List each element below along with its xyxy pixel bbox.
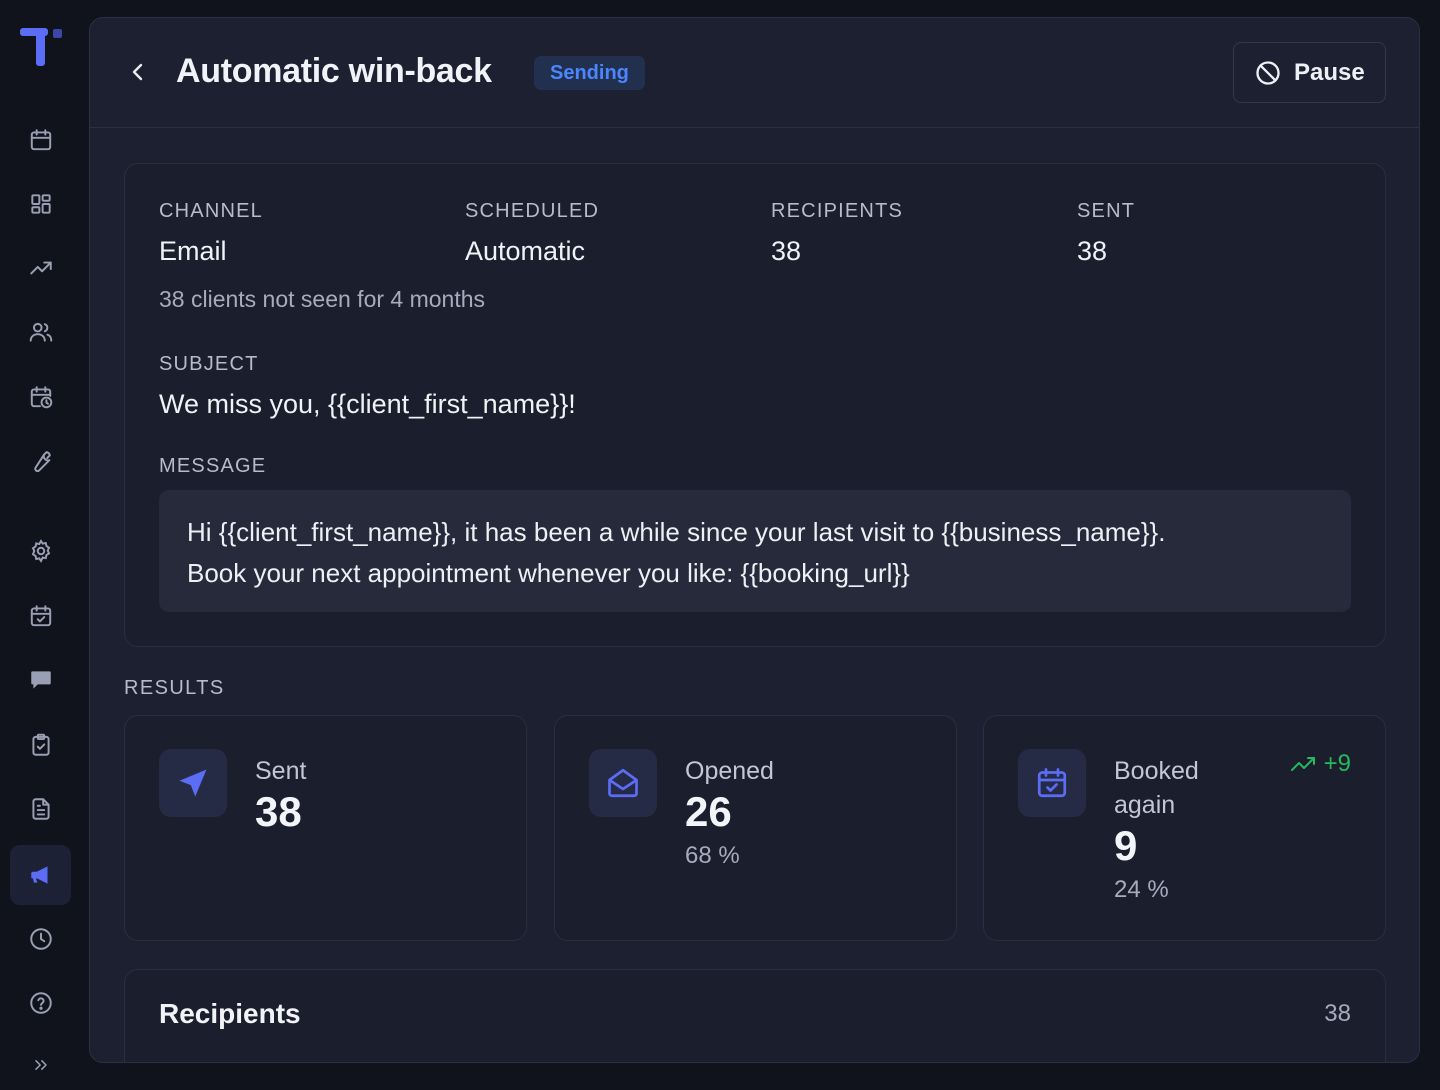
trending-up-icon bbox=[1290, 757, 1315, 771]
ban-icon bbox=[1256, 60, 1280, 85]
page-title: Automatic win-back bbox=[176, 52, 492, 90]
nav-history[interactable] bbox=[10, 909, 71, 969]
brand-logo-icon[interactable] bbox=[20, 28, 64, 68]
stat-card-opened: Opened 26 68 % bbox=[554, 715, 957, 941]
trend-value: +9 bbox=[1323, 750, 1351, 777]
sidebar bbox=[0, 0, 80, 1080]
chat-icon bbox=[30, 671, 51, 689]
stat-name-booked-line2: again bbox=[1114, 791, 1176, 819]
recipients-title: Recipients bbox=[159, 998, 301, 1029]
recipients-label: RECIPIENTS bbox=[771, 200, 904, 222]
nav-tasks[interactable] bbox=[10, 715, 71, 775]
dashboard-icon bbox=[30, 194, 51, 214]
subject-value: We miss you, {{client_first_name}}! bbox=[159, 389, 576, 419]
expand-icon bbox=[34, 1060, 47, 1070]
nav-appointments[interactable] bbox=[10, 586, 71, 646]
pause-button[interactable]: Pause bbox=[1233, 42, 1386, 103]
send-icon bbox=[179, 769, 207, 797]
stat-value-booked: 9 bbox=[1114, 822, 1138, 869]
sent-value: 38 bbox=[1077, 236, 1108, 266]
stat-name-sent: Sent bbox=[255, 757, 307, 785]
trending-icon bbox=[29, 261, 52, 275]
help-icon bbox=[29, 992, 52, 1014]
stat-card-sent: Sent 38 bbox=[124, 715, 527, 941]
calendar-check-icon bbox=[30, 605, 51, 627]
stat-percent-opened: 68 % bbox=[685, 842, 740, 869]
message-label: MESSAGE bbox=[159, 455, 267, 477]
recipients-value: 38 bbox=[771, 236, 802, 266]
stat-card-booked: Booked again +9 9 24 % bbox=[983, 715, 1386, 941]
users-icon bbox=[29, 322, 52, 342]
calendar-icon bbox=[30, 129, 51, 151]
open-envelope-icon bbox=[608, 768, 638, 798]
nav-calendar[interactable] bbox=[10, 110, 71, 170]
nav-documents[interactable] bbox=[10, 779, 71, 839]
scheduled-value: Automatic bbox=[465, 236, 586, 266]
message-line-1: Hi {{client_first_name}}, it has been a … bbox=[187, 517, 1166, 547]
stat-name-booked-line1: Booked bbox=[1114, 757, 1199, 785]
stat-name-booked: Booked again bbox=[1114, 754, 1199, 822]
megaphone-icon bbox=[30, 866, 47, 884]
subject-label: SUBJECT bbox=[159, 353, 259, 375]
campaign-details-card: CHANNEL Email SCHEDULED Automatic RECIPI… bbox=[124, 163, 1386, 647]
status-badge: Sending bbox=[534, 56, 645, 90]
stat-icon-booked bbox=[1018, 749, 1086, 817]
stat-icon-sent bbox=[159, 749, 227, 817]
nav-settings[interactable] bbox=[10, 521, 71, 581]
nav-services[interactable] bbox=[10, 431, 71, 491]
results-heading: RESULTS bbox=[124, 677, 225, 699]
campaign-panel: Automatic win-back Sending Pause CHANNEL… bbox=[89, 17, 1420, 1063]
stat-name-opened: Opened bbox=[685, 757, 774, 785]
stat-icon-opened bbox=[589, 749, 657, 817]
wrench-icon bbox=[33, 451, 51, 472]
calendar-check-icon bbox=[1037, 768, 1067, 798]
nav-campaigns[interactable] bbox=[10, 845, 71, 905]
recipients-card[interactable]: Recipients 38 bbox=[124, 969, 1386, 1062]
nav-messages[interactable] bbox=[10, 650, 71, 710]
sent-label: SENT bbox=[1077, 200, 1136, 222]
scheduled-label: SCHEDULED bbox=[465, 200, 600, 222]
document-icon bbox=[31, 798, 50, 820]
page-header: Automatic win-back Sending Pause bbox=[90, 18, 1419, 128]
nav-clients[interactable] bbox=[10, 302, 71, 362]
pause-button-label: Pause bbox=[1294, 58, 1365, 86]
nav-dashboard[interactable] bbox=[10, 174, 71, 234]
message-preview: Hi {{client_first_name}}, it has been a … bbox=[159, 490, 1351, 612]
channel-label: CHANNEL bbox=[159, 200, 263, 222]
stat-percent-booked: 24 % bbox=[1114, 876, 1169, 903]
nav-expand[interactable] bbox=[10, 1040, 71, 1090]
clipboard-check-icon bbox=[31, 733, 50, 756]
clock-icon bbox=[29, 928, 52, 950]
trend-indicator: +9 bbox=[1290, 750, 1351, 778]
stat-value-sent: 38 bbox=[255, 788, 302, 835]
audience-note: 38 clients not seen for 4 months bbox=[159, 286, 486, 312]
gear-icon bbox=[31, 539, 50, 563]
nav-analytics[interactable] bbox=[10, 238, 71, 298]
message-line-2: Book your next appointment whenever you … bbox=[187, 558, 910, 588]
channel-value: Email bbox=[159, 236, 227, 266]
stat-value-opened: 26 bbox=[685, 788, 732, 835]
recipients-count: 38 bbox=[1324, 1000, 1351, 1027]
back-chevron-icon[interactable] bbox=[126, 58, 150, 86]
nav-schedule[interactable] bbox=[10, 367, 71, 427]
nav-help[interactable] bbox=[10, 973, 71, 1033]
calendar-clock-icon bbox=[30, 386, 52, 409]
